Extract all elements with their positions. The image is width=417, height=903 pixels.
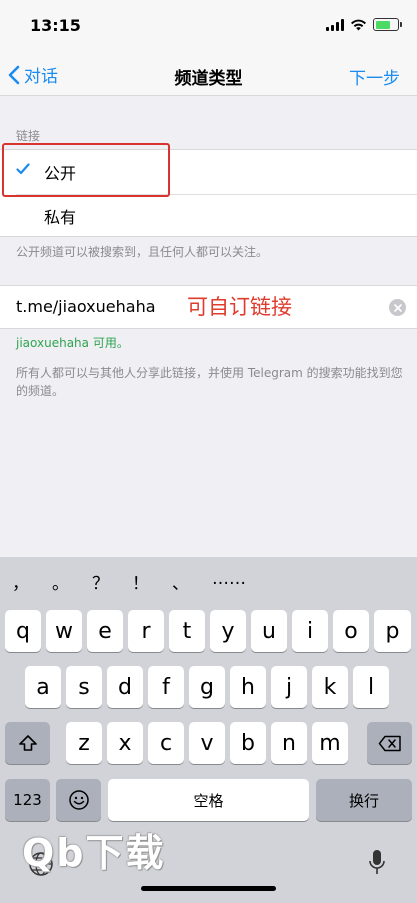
- key-n[interactable]: n: [271, 722, 307, 764]
- emoji-key[interactable]: [56, 779, 101, 821]
- key-r[interactable]: r: [128, 610, 164, 652]
- privacy-footer: 公开频道可以被搜索到，且任何人都可以关注。: [16, 245, 269, 259]
- key-q[interactable]: q: [5, 610, 41, 652]
- key-o[interactable]: o: [333, 610, 369, 652]
- return-key[interactable]: 换行: [316, 779, 412, 821]
- checkmark-icon: [16, 163, 30, 175]
- navigation-bar: 对话 频道类型 下一步: [0, 52, 417, 96]
- cellular-signal-icon: [326, 18, 344, 31]
- microphone-icon[interactable]: [367, 848, 387, 878]
- key-g[interactable]: g: [189, 666, 225, 708]
- punct-exclaim-key[interactable]: ！: [132, 569, 149, 594]
- key-y[interactable]: y: [210, 610, 246, 652]
- custom-link-annotation: 可自订链接: [187, 295, 292, 319]
- key-i[interactable]: i: [292, 610, 328, 652]
- emoji-icon: [68, 790, 89, 810]
- backspace-icon: [378, 735, 401, 751]
- battery-icon: [373, 18, 402, 31]
- key-m[interactable]: m: [312, 722, 348, 764]
- key-k[interactable]: k: [312, 666, 348, 708]
- close-icon: [393, 303, 402, 312]
- key-a[interactable]: a: [25, 666, 61, 708]
- key-u[interactable]: u: [251, 610, 287, 652]
- key-j[interactable]: j: [271, 666, 307, 708]
- wifi-icon: [351, 19, 366, 30]
- status-bar: 13:15: [0, 0, 417, 52]
- option-private-label: 私有: [44, 208, 77, 227]
- key-l[interactable]: l: [353, 666, 389, 708]
- link-input[interactable]: t.me/jiaoxuehaha: [16, 297, 156, 316]
- key-z[interactable]: z: [66, 722, 102, 764]
- key-p[interactable]: p: [374, 610, 411, 652]
- delete-key[interactable]: [367, 722, 412, 764]
- key-f[interactable]: f: [148, 666, 184, 708]
- key-w[interactable]: w: [46, 610, 82, 652]
- status-icons: [326, 18, 402, 31]
- key-c[interactable]: c: [148, 722, 184, 764]
- link-section-header: 链接: [16, 129, 41, 143]
- availability-status: jiaoxuehaha 可用。: [16, 336, 129, 350]
- status-time: 13:15: [30, 16, 81, 35]
- clear-button[interactable]: [389, 299, 406, 316]
- link-footer: 所有人都可以与其他人分享此链接，并使用 Telegram 的搜索功能找到您的频道…: [16, 366, 403, 398]
- home-indicator: [141, 886, 276, 891]
- punctuation-bar: ， 。 ？ ！ 、 ……: [0, 557, 417, 599]
- key-b[interactable]: b: [230, 722, 266, 764]
- option-public-label: 公开: [44, 164, 77, 183]
- globe-icon[interactable]: [28, 851, 54, 877]
- punct-period-key[interactable]: 。: [52, 569, 69, 594]
- key-x[interactable]: x: [107, 722, 143, 764]
- key-v[interactable]: v: [189, 722, 225, 764]
- numbers-key[interactable]: 123: [5, 779, 50, 821]
- punct-question-key[interactable]: ？: [92, 569, 109, 594]
- punct-dunhao-key[interactable]: 、: [172, 569, 189, 594]
- keyboard: ， 。 ？ ！ 、 …… q w e r t y u i o p a s d f…: [0, 557, 417, 903]
- key-h[interactable]: h: [230, 666, 266, 708]
- option-private[interactable]: 私有: [0, 194, 417, 238]
- key-d[interactable]: d: [107, 666, 143, 708]
- key-e[interactable]: e: [87, 610, 123, 652]
- key-t[interactable]: t: [169, 610, 205, 652]
- next-button[interactable]: 下一步: [349, 64, 400, 89]
- shift-icon: [18, 735, 37, 751]
- option-public[interactable]: 公开: [0, 150, 417, 194]
- space-key[interactable]: 空格: [108, 779, 309, 821]
- punct-ellipsis-key[interactable]: ……: [212, 569, 246, 589]
- shift-key[interactable]: [5, 722, 50, 764]
- key-s[interactable]: s: [66, 666, 102, 708]
- channel-type-group: 公开 私有: [0, 149, 417, 237]
- punct-comma-key[interactable]: ，: [12, 569, 29, 594]
